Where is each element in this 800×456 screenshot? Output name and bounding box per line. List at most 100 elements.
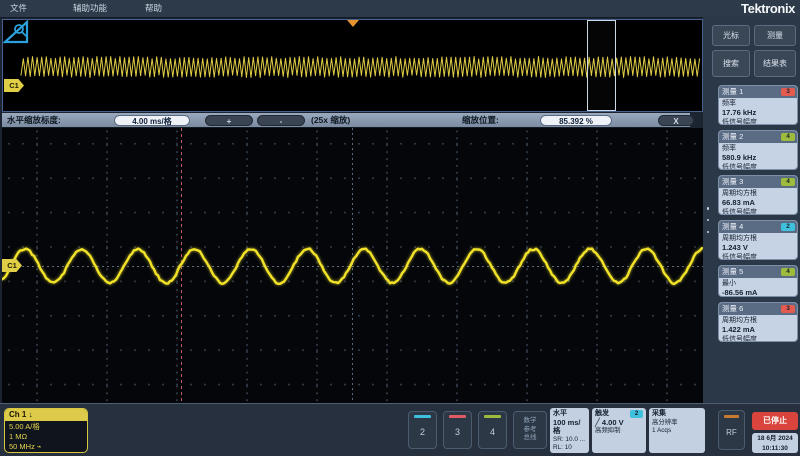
acquisition-count: 1 Acqs xyxy=(652,427,702,436)
measurement-1-title: 测量 1 xyxy=(722,87,743,96)
measurement-5-source-badge: 4 xyxy=(781,268,795,276)
oscilloscope-screen: 文件 辅助功能 帮助 Tektronix C1 水平缩放标度: 4.00 ms/… xyxy=(0,0,800,456)
results-table-button[interactable]: 结果表 xyxy=(754,50,796,77)
trigger-level: 4.00 V xyxy=(602,418,624,427)
tektronix-logo: Tektronix xyxy=(741,0,795,17)
menu-file[interactable]: 文件 xyxy=(6,0,31,17)
zoom-window-box[interactable] xyxy=(587,20,616,111)
zoom-close-button[interactable]: X xyxy=(658,115,694,126)
measurement-4-note: 低信号幅度 xyxy=(722,253,794,261)
zoom-scale-value[interactable]: 4.00 ms/格 xyxy=(114,115,190,126)
time-text: 10:11:30 xyxy=(752,444,798,454)
measurement-5-value: -86.56 mA xyxy=(722,288,794,297)
measurement-5-title: 测量 5 xyxy=(722,267,743,276)
horizontal-badge[interactable]: 水平 100 ms/格 SR: 10.0 ... RL: 10 Mpts xyxy=(550,408,589,453)
math-ref-bus-button[interactable]: 数学 参考 总线 xyxy=(513,411,547,449)
search-button[interactable]: 搜索 xyxy=(712,50,750,77)
measurement-badge-5[interactable]: 测量 5 4 最小 -86.56 mA xyxy=(718,265,798,297)
measurement-4-name: 周期均方根 xyxy=(722,234,794,243)
menu-help[interactable]: 帮助 xyxy=(141,0,166,17)
acquisition-mode: 高分辨率 xyxy=(652,419,702,428)
channel4-color-line xyxy=(484,415,501,418)
measurement-badge-4[interactable]: 测量 4 2 周期均方根 1.243 V 低信号幅度 xyxy=(718,220,798,260)
rf-color-line xyxy=(724,415,739,418)
menu-bar: 文件 辅助功能 帮助 Tektronix xyxy=(0,0,800,18)
measurement-4-source-badge: 2 xyxy=(781,223,795,231)
measurement-6-source-badge: 3 xyxy=(781,305,795,313)
measurement-5-name: 最小 xyxy=(722,279,794,288)
horizontal-scale: 100 ms/格 xyxy=(553,419,586,436)
measurement-3-source-badge: 4 xyxy=(781,178,795,186)
measure-button[interactable]: 测量 xyxy=(754,25,796,46)
zoom-scale-label: 水平缩放标度: xyxy=(7,113,61,127)
horizontal-record-length: RL: 10 Mpts xyxy=(553,444,586,456)
measurement-6-name: 周期均方根 xyxy=(722,316,794,325)
horizontal-sample-rate: SR: 10.0 ... xyxy=(553,436,586,445)
zoom-position-label: 缩放位置: xyxy=(462,113,499,127)
measurement-badge-2[interactable]: 测量 2 4 频率 580.9 kHz 低信号幅度 xyxy=(718,130,798,170)
trigger-source-badge: 2 xyxy=(630,410,643,418)
measurement-2-note: 低信号幅度 xyxy=(722,163,794,171)
channel3-color-line xyxy=(449,415,466,418)
acquisition-title: 采集 xyxy=(652,409,702,419)
sidebar-drag-handle[interactable] xyxy=(705,207,711,233)
trigger-slope-icon: ╱ xyxy=(595,418,600,427)
channel1-scale: 5.00 A/格 xyxy=(9,422,83,432)
measurement-2-name: 频率 xyxy=(722,144,794,153)
settings-bar: Ch 1 ↓ 5.00 A/格 1 MΩ 50 MHz ⌁ 2 3 4 数学 参… xyxy=(0,403,800,456)
overview-zoom-icon[interactable] xyxy=(3,20,29,44)
channel1-header: Ch 1 ↓ xyxy=(5,409,87,421)
measurement-3-note: 低信号幅度 xyxy=(722,208,794,216)
measurement-3-title: 测量 3 xyxy=(722,177,743,186)
measurement-6-note: 低信号幅度 xyxy=(722,335,794,343)
channel3-button[interactable]: 3 xyxy=(443,411,472,449)
datetime-display: 18 6月 2024 10:11:30 xyxy=(752,433,798,453)
acquisition-badge[interactable]: 采集 高分辨率 1 Acqs xyxy=(649,408,705,453)
channel1-waveform xyxy=(2,128,703,403)
zoom-in-button[interactable]: + xyxy=(205,115,253,126)
measurement-badge-1[interactable]: 测量 1 3 频率 17.76 kHz 低信号幅度 xyxy=(718,85,798,125)
measurement-4-value: 1.243 V xyxy=(722,243,794,253)
run-stop-status-button[interactable]: 已停止 xyxy=(752,412,798,430)
trigger-title: 触发 xyxy=(595,410,609,417)
channel1-label: Ch 1 xyxy=(9,410,26,419)
waveform-overview[interactable]: C1 xyxy=(2,19,703,112)
horizontal-title: 水平 xyxy=(553,409,586,419)
channel1-offset-arrow-icon: ↓ xyxy=(29,410,33,419)
measurement-1-source-badge: 3 xyxy=(781,88,795,96)
measurement-badge-3[interactable]: 测量 3 4 周期均方根 66.83 mA 低信号幅度 xyxy=(718,175,798,215)
trigger-mode: 高频抑制 xyxy=(595,427,643,436)
measurement-6-value: 1.422 mA xyxy=(722,325,794,335)
date-text: 18 6月 2024 xyxy=(752,434,798,444)
measurement-2-source-badge: 4 xyxy=(781,133,795,141)
measurement-2-value: 580.9 kHz xyxy=(722,153,794,163)
measurement-3-value: 66.83 mA xyxy=(722,198,794,208)
expansion-point-marker-icon xyxy=(347,20,359,27)
zoom-factor-label: (25x 缩放) xyxy=(311,113,350,127)
cursor-button[interactable]: 光标 xyxy=(712,25,750,46)
measurement-1-note: 低信号幅度 xyxy=(722,118,794,126)
right-sidebar: 光标 测量 搜索 结果表 测量 1 3 频率 17.76 kHz 低信号幅度 测… xyxy=(703,17,800,403)
channel1-bandwidth: 50 MHz ⌁ xyxy=(9,442,83,452)
channel1-badge[interactable]: Ch 1 ↓ 5.00 A/格 1 MΩ 50 MHz ⌁ xyxy=(4,408,88,453)
horizontal-zoom-bar: 水平缩放标度: 4.00 ms/格 + - (25x 缩放) 缩放位置: 85.… xyxy=(2,113,690,128)
bandwidth-limit-icon: ⌁ xyxy=(37,442,42,451)
measurement-2-title: 测量 2 xyxy=(722,132,743,141)
main-waveform-display[interactable]: C1 xyxy=(2,128,703,403)
menu-utility[interactable]: 辅助功能 xyxy=(69,0,111,17)
zoom-out-button[interactable]: - xyxy=(257,115,305,126)
channel2-button[interactable]: 2 xyxy=(408,411,437,449)
measurement-1-header: 测量 1 3 xyxy=(719,86,797,98)
measurement-6-title: 测量 6 xyxy=(722,304,743,313)
channel4-button[interactable]: 4 xyxy=(478,411,507,449)
channel1-impedance: 1 MΩ xyxy=(9,432,83,442)
measurement-3-name: 周期均方根 xyxy=(722,189,794,198)
measurement-1-name: 频率 xyxy=(722,99,794,108)
channel2-color-line xyxy=(414,415,431,418)
measurement-1-value: 17.76 kHz xyxy=(722,108,794,118)
zoom-position-value[interactable]: 85.392 % xyxy=(540,115,612,126)
measurement-badge-6[interactable]: 测量 6 3 周期均方根 1.422 mA 低信号幅度 xyxy=(718,302,798,342)
measurement-4-title: 测量 4 xyxy=(722,222,743,231)
rf-button[interactable]: RF xyxy=(718,410,745,450)
trigger-badge[interactable]: 触发 2 ╱ 4.00 V 高频抑制 xyxy=(592,408,646,453)
